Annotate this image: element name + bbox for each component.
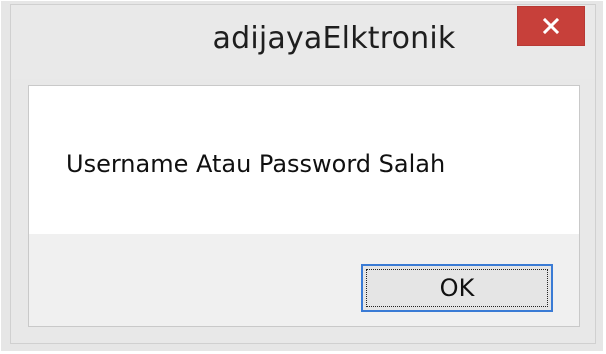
close-icon bbox=[542, 17, 560, 35]
ok-button[interactable]: OK bbox=[361, 264, 553, 312]
message-area: Username Atau Password Salah bbox=[29, 86, 579, 234]
title-bar: adijayaElktronik bbox=[11, 5, 595, 79]
error-message: Username Atau Password Salah bbox=[66, 150, 446, 178]
dialog-frame: adijayaElktronik Username Atau Password … bbox=[10, 4, 596, 344]
ok-button-label: OK bbox=[439, 274, 475, 302]
dialog-content: Username Atau Password Salah OK bbox=[28, 85, 580, 327]
dialog-title: adijayaElktronik bbox=[212, 21, 456, 56]
close-button[interactable] bbox=[517, 6, 585, 46]
message-dialog-window: adijayaElktronik Username Atau Password … bbox=[0, 0, 604, 352]
